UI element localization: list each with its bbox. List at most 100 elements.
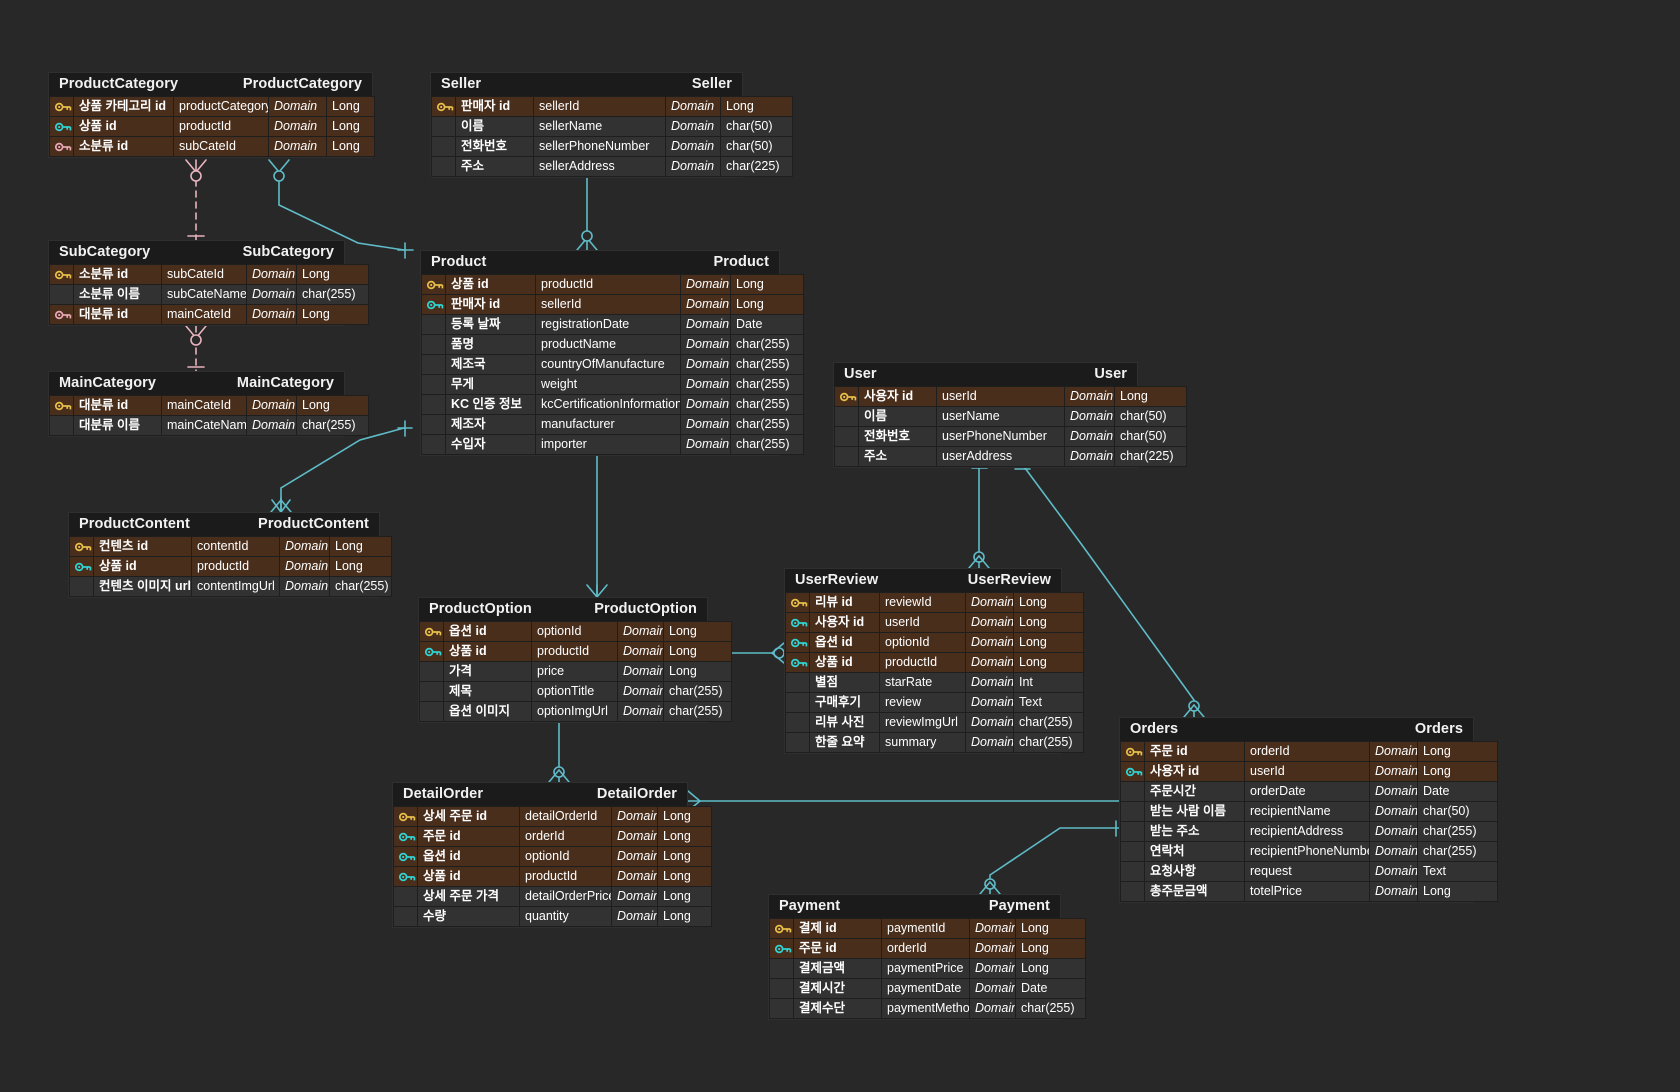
column-row[interactable]: 결제금액paymentPriceDomainLong — [770, 959, 1086, 979]
column-row[interactable]: 전화번호sellerPhoneNumberDomainchar(50) — [432, 137, 793, 157]
column-row[interactable]: 상품 idproductIdDomainLong — [70, 557, 392, 577]
column-domain: Domain — [612, 887, 658, 907]
entity-product[interactable]: ProductProduct상품 idproductIdDomainLong판매… — [420, 250, 780, 456]
column-row[interactable]: 판매자 idsellerIdDomainLong — [432, 97, 793, 117]
column-row[interactable]: 상품 idproductIdDomainLong — [394, 867, 712, 887]
column-row[interactable]: 리뷰 사진reviewImgUrlDomainchar(255) — [786, 713, 1084, 733]
column-row[interactable]: 연락처recipientPhoneNumberDomainchar(255) — [1121, 842, 1498, 862]
column-row[interactable]: 무게weightDomainchar(255) — [422, 375, 804, 395]
column-row[interactable]: 별점starRateDomainInt — [786, 673, 1084, 693]
column-row[interactable]: 요청사항requestDomainText — [1121, 862, 1498, 882]
column-row[interactable]: 등록 날짜registrationDateDomainDate — [422, 315, 804, 335]
column-row[interactable]: 사용자 iduserIdDomainLong — [835, 387, 1187, 407]
column-row[interactable]: 받는 사람 이름recipientNameDomainchar(50) — [1121, 802, 1498, 822]
column-row[interactable]: 주소sellerAddressDomainchar(225) — [432, 157, 793, 177]
entity-productcontent[interactable]: ProductContentProductContent컨텐츠 idconten… — [68, 512, 380, 598]
column-name: userPhoneNumber — [937, 427, 1065, 447]
column-name: contentId — [192, 537, 280, 557]
column-row[interactable]: 제조국countryOfManufactureDomainchar(255) — [422, 355, 804, 375]
column-row[interactable]: 주문 idorderIdDomainLong — [394, 827, 712, 847]
entity-orders[interactable]: OrdersOrders주문 idorderIdDomainLong사용자 id… — [1119, 717, 1474, 903]
column-row[interactable]: 전화번호userPhoneNumberDomainchar(50) — [835, 427, 1187, 447]
column-row[interactable]: 이름userNameDomainchar(50) — [835, 407, 1187, 427]
column-row[interactable]: 사용자 iduserIdDomainLong — [1121, 762, 1498, 782]
column-row[interactable]: 컨텐츠 이미지 urlcontentImgUrlDomainchar(255) — [70, 577, 392, 597]
entity-maincategory[interactable]: MainCategoryMainCategory대분류 idmainCateId… — [48, 371, 345, 437]
column-row[interactable]: 수량quantityDomainLong — [394, 907, 712, 927]
column-row[interactable]: 주문 idorderIdDomainLong — [1121, 742, 1498, 762]
column-row[interactable]: 상품 카테고리 idproductCategoryIdDomainLong — [50, 97, 375, 117]
entity-seller[interactable]: SellerSeller판매자 idsellerIdDomainLong이름se… — [430, 72, 743, 178]
column-row[interactable]: 상세 주문 가격detailOrderPriceDomainLong — [394, 887, 712, 907]
column-row[interactable]: 상품 idproductIdDomainLong — [50, 117, 375, 137]
column-name: detailOrderPrice — [520, 887, 612, 907]
column-row[interactable]: 구매후기reviewDomainText — [786, 693, 1084, 713]
column-type: char(255) — [297, 416, 369, 436]
entity-userreview[interactable]: UserReviewUserReview리뷰 idreviewIdDomainL… — [784, 568, 1062, 754]
column-row[interactable]: 결제수단paymentMethodDomainchar(255) — [770, 999, 1086, 1019]
column-domain: Domain — [612, 807, 658, 827]
column-row[interactable]: 옵션 이미지optionImgUrlDomainchar(255) — [420, 702, 732, 722]
entity-subcategory[interactable]: SubCategorySubCategory소분류 idsubCateIdDom… — [48, 240, 345, 326]
column-name: sellerPhoneNumber — [534, 137, 666, 157]
column-label-ko: 결제 id — [794, 919, 882, 939]
column-row[interactable]: 결제 idpaymentIdDomainLong — [770, 919, 1086, 939]
column-row[interactable]: 이름sellerNameDomainchar(50) — [432, 117, 793, 137]
column-key-cell — [70, 537, 94, 557]
column-key-cell — [422, 295, 446, 315]
column-row[interactable]: KC 인증 정보kcCertificationInformationDomain… — [422, 395, 804, 415]
entity-detailorder[interactable]: DetailOrderDetailOrder상세 주문 iddetailOrde… — [392, 782, 688, 928]
column-row[interactable]: 주문 idorderIdDomainLong — [770, 939, 1086, 959]
column-row[interactable]: 소분류 이름subCateNameDomainchar(255) — [50, 285, 369, 305]
column-key-cell — [770, 999, 794, 1019]
column-row[interactable]: 옵션 idoptionIdDomainLong — [786, 633, 1084, 653]
column-key-cell — [786, 713, 810, 733]
column-label-ko: 주문 id — [418, 827, 520, 847]
column-row[interactable]: 수입자importerDomainchar(255) — [422, 435, 804, 455]
column-key-cell — [422, 335, 446, 355]
entity-user[interactable]: UserUser사용자 iduserIdDomainLong이름userName… — [833, 362, 1138, 468]
column-key-cell — [770, 919, 794, 939]
column-row[interactable]: 옵션 idoptionIdDomainLong — [394, 847, 712, 867]
column-name: detailOrderId — [520, 807, 612, 827]
column-domain: Domain — [280, 577, 330, 597]
column-label-ko: 대분류 id — [74, 396, 162, 416]
column-row[interactable]: 주소userAddressDomainchar(225) — [835, 447, 1187, 467]
column-row[interactable]: 상품 idproductIdDomainLong — [786, 653, 1084, 673]
column-key-cell — [786, 673, 810, 693]
column-row[interactable]: 상세 주문 iddetailOrderIdDomainLong — [394, 807, 712, 827]
column-row[interactable]: 컨텐츠 idcontentIdDomainLong — [70, 537, 392, 557]
column-row[interactable]: 결제시간paymentDateDomainDate — [770, 979, 1086, 999]
column-row[interactable]: 대분류 이름mainCateNameDomainchar(255) — [50, 416, 369, 436]
entity-productcategory[interactable]: ProductCategoryProductCategory상품 카테고리 id… — [48, 72, 373, 158]
column-row[interactable]: 소분류 idsubCateIdDomainLong — [50, 265, 369, 285]
column-domain: Domain — [966, 593, 1014, 613]
column-row[interactable]: 사용자 iduserIdDomainLong — [786, 613, 1084, 633]
column-label-ko: 받는 주소 — [1145, 822, 1245, 842]
column-row[interactable]: 대분류 idmainCateIdDomainLong — [50, 305, 369, 325]
column-row[interactable]: 가격priceDomainLong — [420, 662, 732, 682]
column-row[interactable]: 상품 idproductIdDomainLong — [422, 275, 804, 295]
column-label-ko: 한줄 요약 — [810, 733, 880, 753]
entity-payment[interactable]: PaymentPayment결제 idpaymentIdDomainLong주문… — [768, 894, 1061, 1020]
column-row[interactable]: 판매자 idsellerIdDomainLong — [422, 295, 804, 315]
entity-productoption[interactable]: ProductOptionProductOption옵션 idoptionIdD… — [418, 597, 708, 723]
column-row[interactable]: 주문시간orderDateDomainDate — [1121, 782, 1498, 802]
column-row[interactable]: 품명productNameDomainchar(255) — [422, 335, 804, 355]
column-row[interactable]: 제목optionTitleDomainchar(255) — [420, 682, 732, 702]
column-name: weight — [536, 375, 681, 395]
column-row[interactable]: 받는 주소recipientAddressDomainchar(255) — [1121, 822, 1498, 842]
column-row[interactable]: 상품 idproductIdDomainLong — [420, 642, 732, 662]
column-row[interactable]: 제조자manufacturerDomainchar(255) — [422, 415, 804, 435]
column-row[interactable]: 대분류 idmainCateIdDomainLong — [50, 396, 369, 416]
column-row[interactable]: 총주문금액totelPriceDomainLong — [1121, 882, 1498, 902]
column-row[interactable]: 한줄 요약summaryDomainchar(255) — [786, 733, 1084, 753]
column-row[interactable]: 리뷰 idreviewIdDomainLong — [786, 593, 1084, 613]
column-domain: Domain — [618, 642, 664, 662]
erd-canvas[interactable]: ProductCategoryProductCategory상품 카테고리 id… — [0, 0, 1680, 1092]
column-row[interactable]: 옵션 idoptionIdDomainLong — [420, 622, 732, 642]
column-label-ko: 별점 — [810, 673, 880, 693]
column-row[interactable]: 소분류 idsubCateIdDomainLong — [50, 137, 375, 157]
column-key-cell — [420, 622, 444, 642]
column-label-ko: 옵션 이미지 — [444, 702, 532, 722]
